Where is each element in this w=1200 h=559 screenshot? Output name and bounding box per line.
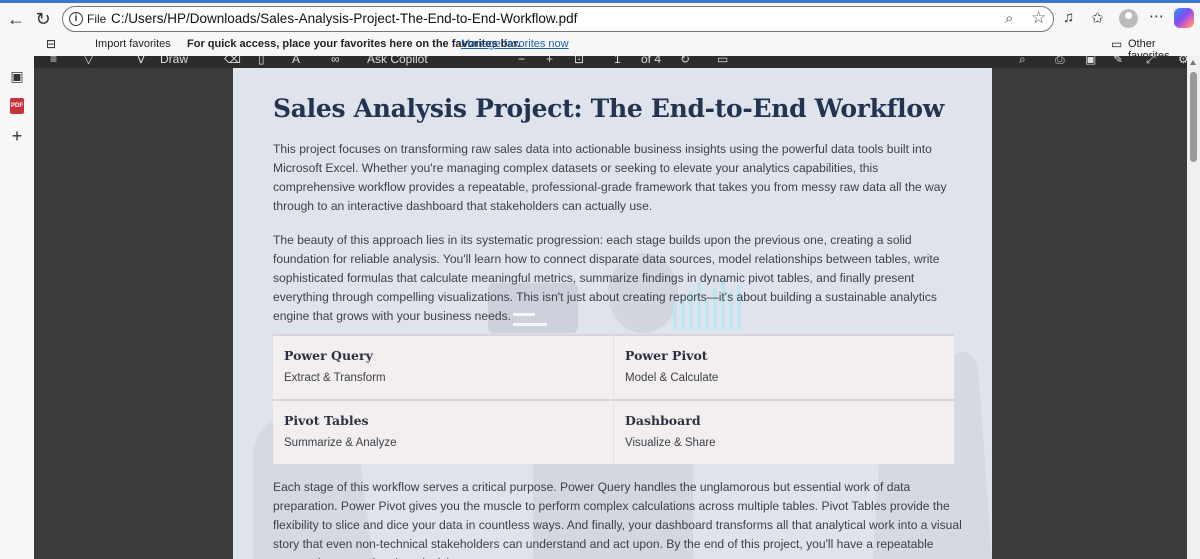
address-bar[interactable]: i File C:/Users/HP/Downloads/Sales-Analy… [62, 6, 1054, 32]
copilot-icon[interactable] [1174, 8, 1194, 28]
address-file-label: File [87, 12, 107, 26]
scrollbar-thumb[interactable] [1190, 72, 1197, 162]
workflow-stage-grid: Power Query Extract & Transform Power Pi… [273, 334, 954, 464]
stage-card-subtitle: Extract & Transform [284, 372, 386, 384]
stage-card-title: Pivot Tables [284, 413, 369, 428]
save-as-icon[interactable]: ✎ [1113, 56, 1123, 66]
import-favorites-icon[interactable]: ⊟ [46, 37, 56, 51]
profile-avatar[interactable] [1119, 9, 1138, 28]
new-tab-plus-icon[interactable]: + [9, 127, 25, 145]
stage-card-dashboard: Dashboard Visualize & Share [614, 399, 954, 464]
stage-card-subtitle: Visualize & Share [625, 437, 716, 449]
import-favorites-link[interactable]: Import favorites [95, 38, 171, 50]
stage-card-title: Power Query [284, 348, 373, 363]
vertical-tab-strip: ▢ ▣ PDF + [0, 34, 34, 559]
stage-card-power-query: Power Query Extract & Transform [273, 334, 613, 399]
pdf-viewer[interactable]: Sales Analysis Project: The End-to-End W… [34, 68, 1187, 559]
folder-icon: ▭ [1111, 37, 1123, 51]
document-body: Sales Analysis Project: The End-to-End W… [273, 94, 953, 326]
pdf-toolbar: ≡ ▽ ∇ Draw ⌫ ▯ A ∞ Ask Copilot − + ⊡ 1 o… [34, 56, 1200, 68]
erase-icon[interactable]: ⌫ [224, 56, 241, 66]
fullscreen-icon[interactable]: ⤢ [1146, 56, 1156, 67]
search-icon[interactable]: ⌕ [1019, 56, 1026, 67]
closing-paragraph: Each stage of this workflow serves a cri… [273, 480, 962, 559]
browser-toolbar: ← ↻ i File C:/Users/HP/Downloads/Sales-A… [0, 3, 1200, 34]
page-number-input[interactable]: 1 [614, 56, 621, 66]
back-arrow-icon[interactable]: ← [4, 7, 28, 31]
zoom-icon[interactable]: ⌕ [1005, 10, 1013, 27]
favorite-star-icon[interactable]: ☆ [1031, 8, 1046, 28]
document-title: Sales Analysis Project: The End-to-End W… [273, 94, 944, 123]
rotate-icon[interactable]: ↻ [680, 56, 690, 66]
info-icon[interactable]: i [69, 12, 83, 26]
ask-copilot-button[interactable]: Ask Copilot [367, 56, 428, 66]
favorites-icon[interactable]: ✩ [1091, 9, 1104, 27]
pdf-tab-icon[interactable]: PDF [10, 98, 24, 114]
stage-card-title: Power Pivot [625, 348, 708, 363]
zoom-out-icon[interactable]: − [518, 56, 525, 66]
print-icon[interactable]: ⎙ [1055, 56, 1065, 67]
read-aloud-icon[interactable]: ♫ [1063, 9, 1074, 26]
contents-icon[interactable]: ≡ [50, 56, 57, 66]
pdf-page: Sales Analysis Project: The End-to-End W… [233, 68, 992, 559]
zoom-in-icon[interactable]: + [546, 56, 553, 66]
stage-card-pivot-tables: Pivot Tables Summarize & Analyze [273, 399, 613, 464]
intro-paragraph: This project focuses on transforming raw… [273, 142, 947, 213]
refresh-icon[interactable]: ↻ [31, 7, 55, 31]
page-view-icon[interactable]: ▭ [717, 56, 728, 66]
vertical-scrollbar[interactable] [1187, 56, 1200, 559]
read-aloud-pdf-icon[interactable]: ∞ [331, 56, 340, 66]
scroll-up-arrow-icon[interactable] [1190, 60, 1196, 65]
more-options-icon[interactable]: ⋯ [1149, 7, 1164, 25]
address-url[interactable]: C:/Users/HP/Downloads/Sales-Analysis-Pro… [111, 11, 577, 26]
stage-card-subtitle: Summarize & Analyze [284, 437, 397, 449]
manage-favorites-link[interactable]: Manage favorites now [461, 38, 569, 50]
fit-page-icon[interactable]: ⊡ [574, 56, 584, 66]
approach-paragraph: The beauty of this approach lies in its … [273, 233, 940, 323]
text-size-icon[interactable]: A [292, 56, 300, 66]
stage-card-title: Dashboard [625, 413, 701, 428]
draw-label[interactable]: Draw [160, 56, 188, 66]
workspaces-icon[interactable]: ▣ [9, 68, 25, 84]
text-box-icon[interactable]: ▯ [258, 56, 265, 66]
draw-icon[interactable]: ∇ [137, 56, 145, 66]
stage-card-power-pivot: Power Pivot Model & Calculate [614, 334, 954, 399]
highlight-icon[interactable]: ▽ [84, 56, 93, 66]
save-icon[interactable]: ▣ [1085, 56, 1096, 66]
stage-card-subtitle: Model & Calculate [625, 372, 719, 384]
page-total: of 4 [641, 56, 662, 66]
favorites-bar: ⊟ Import favorites For quick access, pla… [0, 34, 1200, 62]
